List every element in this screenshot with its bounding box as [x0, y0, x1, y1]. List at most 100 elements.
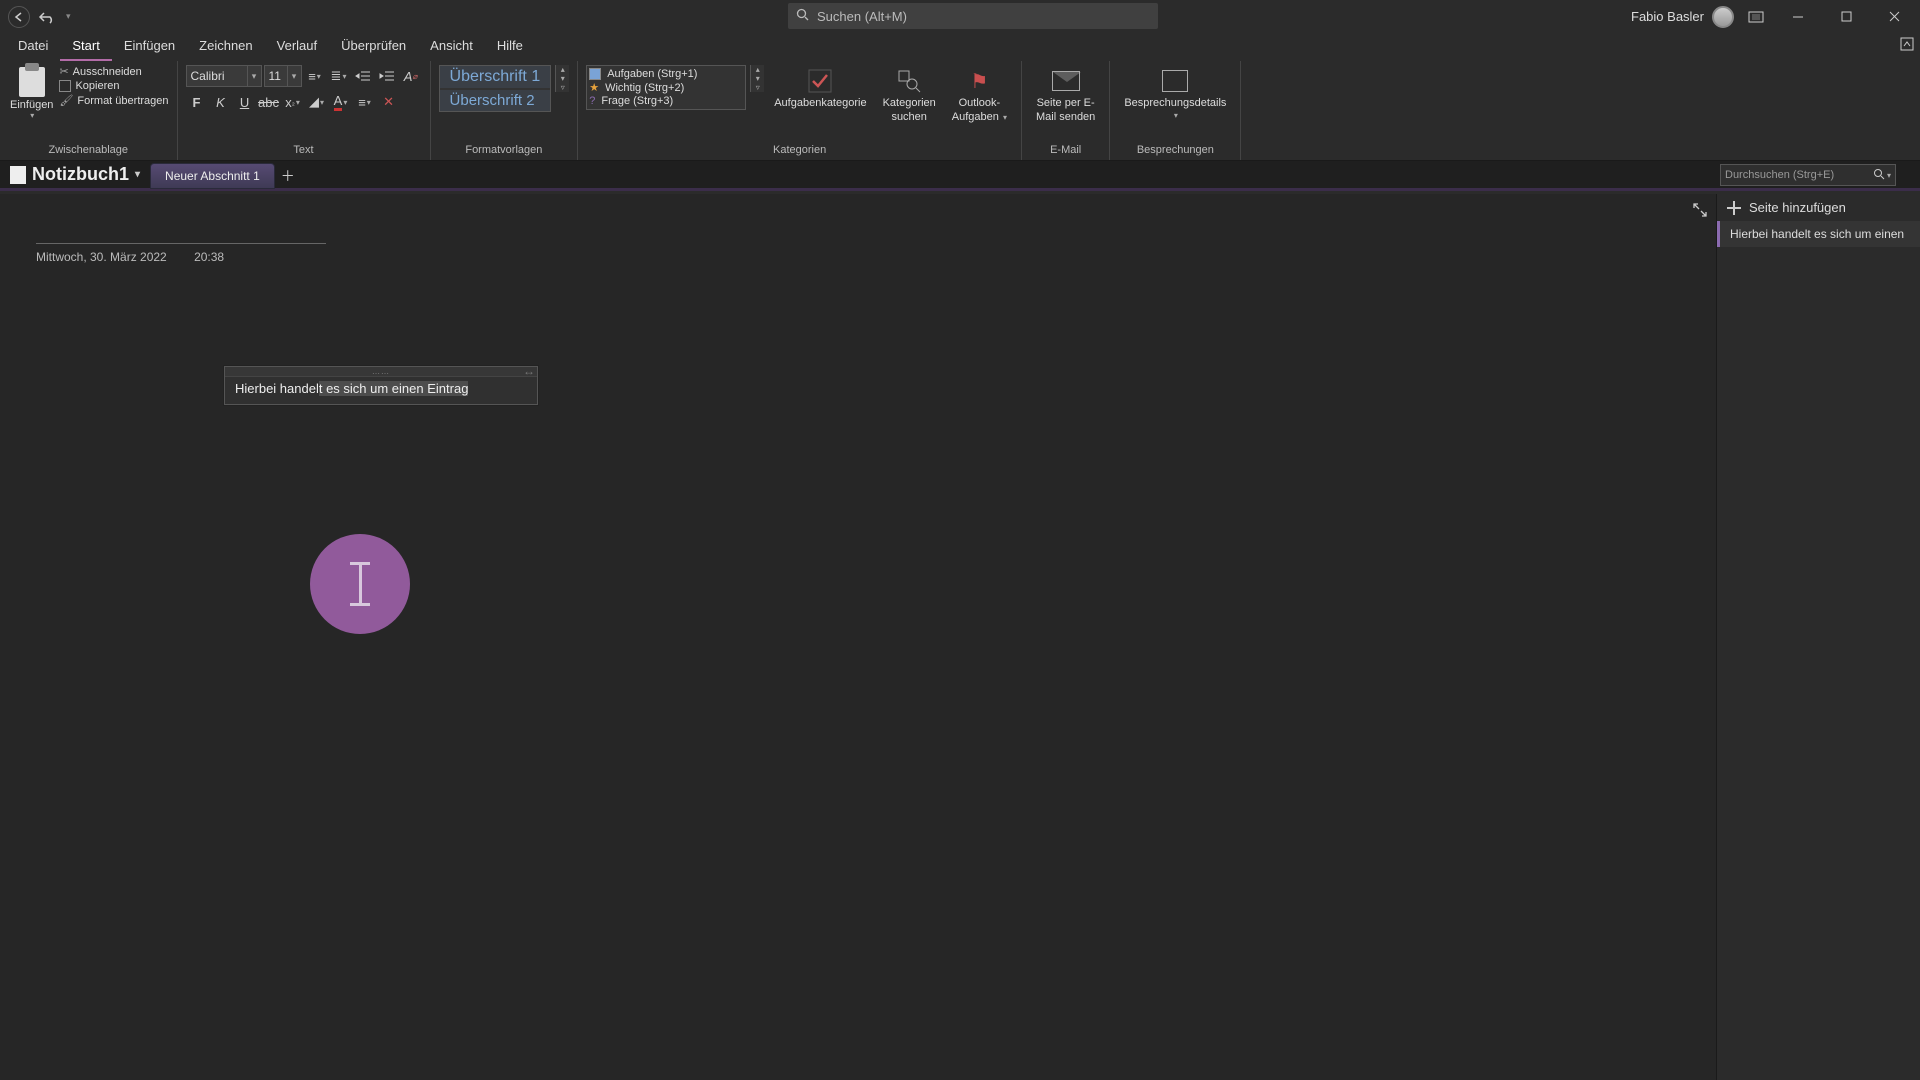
add-section-button[interactable]: ＋ — [275, 163, 301, 189]
font-color-button[interactable]: A▾ — [330, 91, 352, 113]
close-button[interactable] — [1874, 3, 1914, 31]
numbering-button[interactable]: ≣▾ — [328, 65, 350, 87]
style-heading2[interactable]: Überschrift 2 — [440, 90, 551, 111]
clear-formatting-button[interactable]: ✕ — [378, 91, 400, 113]
bullets-button[interactable]: ≡▾ — [304, 65, 326, 87]
style-gallery[interactable]: Überschrift 1 Überschrift 2 — [439, 65, 552, 112]
format-painter-button[interactable]: 🖌Format übertragen — [59, 94, 168, 107]
container-resize-icon: ↔ — [523, 364, 535, 378]
page-search-placeholder: Durchsuchen (Strg+E) — [1725, 169, 1834, 181]
notebook-name: Notizbuch1 — [32, 164, 129, 185]
undo-button[interactable] — [36, 6, 58, 28]
subscript-button[interactable]: x₂▾ — [282, 91, 304, 113]
ibeam-icon — [358, 562, 362, 606]
highlight-button[interactable]: ◢▾ — [306, 91, 328, 113]
group-email: Seite per E- Mail senden E-Mail — [1022, 61, 1110, 160]
search-icon — [796, 8, 809, 24]
add-page-label: Seite hinzufügen — [1749, 200, 1846, 215]
coming-soon-button[interactable] — [1742, 3, 1770, 31]
find-tags-button[interactable]: Kategorien suchen — [877, 65, 942, 125]
note-canvas[interactable]: Mittwoch, 30. März 2022 20:38 ⋯⋯ ↔ Hierb… — [0, 194, 1716, 1080]
qat-customize-dropdown[interactable]: ▾ — [66, 11, 71, 22]
outdent-button[interactable] — [352, 65, 374, 87]
title-bar: ▾ Hierbei handelt es sich um einen Eintr… — [0, 0, 1920, 33]
style-heading1[interactable]: Überschrift 1 — [440, 66, 551, 88]
paste-button[interactable]: Einfügen ▾ — [8, 65, 55, 120]
note-container-header[interactable]: ⋯⋯ ↔ — [225, 367, 537, 377]
section-tab[interactable]: Neuer Abschnitt 1 — [150, 163, 275, 189]
group-clipboard: Einfügen ▾ ✂Ausschneiden Kopieren 🖌Forma… — [0, 61, 178, 160]
user-name: Fabio Basler — [1631, 9, 1704, 24]
account-button[interactable]: Fabio Basler — [1631, 6, 1734, 28]
fullscreen-button[interactable] — [1692, 202, 1708, 221]
copy-icon — [59, 80, 71, 92]
group-styles: Überschrift 1 Überschrift 2 ▴▾▿ Formatvo… — [431, 61, 579, 160]
notebook-dropdown[interactable]: Notizbuch1 ▾ — [0, 161, 150, 188]
tab-hilfe[interactable]: Hilfe — [485, 34, 535, 61]
meeting-details-button[interactable]: Besprechungsdetails ▾ — [1118, 65, 1232, 122]
tab-datei[interactable]: Datei — [6, 34, 60, 61]
checkbox-icon — [589, 68, 601, 80]
page-list-panel: Seite hinzufügen Hierbei handelt es sich… — [1716, 194, 1920, 1080]
cursor-indicator — [310, 534, 410, 634]
tag-gallery[interactable]: Aufgaben (Strg+1) ★Wichtig (Strg+2) ?Fra… — [586, 65, 746, 110]
email-page-button[interactable]: Seite per E- Mail senden — [1030, 65, 1101, 125]
star-icon: ★ — [589, 81, 599, 94]
scissors-icon: ✂ — [59, 65, 68, 78]
strikethrough-button[interactable]: abc — [258, 91, 280, 113]
font-name-combo[interactable]: ▾ — [186, 65, 262, 87]
chevron-down-icon: ▾ — [135, 169, 140, 180]
tag-gallery-spinner[interactable]: ▴▾▿ — [750, 65, 764, 92]
tag-question[interactable]: ?Frage (Strg+3) — [589, 95, 743, 107]
underline-button[interactable]: U — [234, 91, 256, 113]
minimize-button[interactable] — [1778, 3, 1818, 31]
ribbon: Einfügen ▾ ✂Ausschneiden Kopieren 🖌Forma… — [0, 61, 1920, 161]
task-category-button[interactable]: Aufgabenkategorie — [768, 65, 872, 111]
style-gallery-spinner[interactable]: ▴▾▿ — [555, 65, 569, 92]
note-text[interactable]: Hierbei handelt es sich um einen Eintrag — [225, 377, 537, 404]
note-container[interactable]: ⋯⋯ ↔ Hierbei handelt es sich um einen Ei… — [224, 366, 538, 405]
page-date: Mittwoch, 30. März 2022 — [36, 250, 167, 264]
clear-format-a-button[interactable]: A⌀ — [400, 65, 422, 87]
italic-button[interactable]: K — [210, 91, 232, 113]
group-label-styles: Formatvorlagen — [439, 142, 570, 158]
back-button[interactable] — [8, 6, 30, 28]
font-size-input[interactable] — [265, 69, 287, 83]
tab-ansicht[interactable]: Ansicht — [418, 34, 485, 61]
font-size-combo[interactable]: ▾ — [264, 65, 302, 87]
group-tags: Aufgaben (Strg+1) ★Wichtig (Strg+2) ?Fra… — [578, 61, 1022, 160]
tag-task[interactable]: Aufgaben (Strg+1) — [589, 68, 743, 80]
tag-important[interactable]: ★Wichtig (Strg+2) — [589, 81, 743, 94]
bold-button[interactable]: F — [186, 91, 208, 113]
checkmark-icon — [806, 67, 834, 95]
indent-button[interactable] — [376, 65, 398, 87]
page-datetime: Mittwoch, 30. März 2022 20:38 — [36, 250, 326, 264]
grip-icon: ⋯⋯ — [372, 369, 390, 378]
flag-icon: ⚑ — [965, 67, 993, 95]
cut-button[interactable]: ✂Ausschneiden — [59, 65, 168, 78]
global-search[interactable]: Suchen (Alt+M) — [788, 3, 1158, 29]
collapse-ribbon-button[interactable] — [1900, 37, 1914, 56]
page-list-item[interactable]: Hierbei handelt es sich um einen — [1717, 221, 1920, 247]
tab-ueberpruefen[interactable]: Überprüfen — [329, 34, 418, 61]
add-page-button[interactable]: Seite hinzufügen — [1717, 194, 1920, 221]
page-title-area[interactable]: Mittwoch, 30. März 2022 20:38 — [36, 204, 326, 264]
align-button[interactable]: ≡▾ — [354, 91, 376, 113]
search-icon — [1873, 168, 1885, 183]
ribbon-tabs: Datei Start Einfügen Zeichnen Verlauf Üb… — [0, 33, 1920, 61]
page-time: 20:38 — [194, 250, 224, 264]
tab-zeichnen[interactable]: Zeichnen — [187, 34, 264, 61]
tab-start[interactable]: Start — [60, 34, 111, 61]
group-label-email: E-Mail — [1030, 142, 1101, 158]
group-meetings: Besprechungsdetails ▾ Besprechungen — [1110, 61, 1241, 160]
maximize-button[interactable] — [1826, 3, 1866, 31]
group-label-clipboard: Zwischenablage — [8, 142, 169, 158]
copy-button[interactable]: Kopieren — [59, 80, 168, 92]
outlook-tasks-button[interactable]: ⚑ Outlook- Aufgaben ▾ — [946, 65, 1013, 125]
tab-einfuegen[interactable]: Einfügen — [112, 34, 187, 61]
page-search[interactable]: Durchsuchen (Strg+E) ▾ — [1720, 164, 1896, 186]
group-label-meetings: Besprechungen — [1118, 142, 1232, 158]
tab-verlauf[interactable]: Verlauf — [265, 34, 329, 61]
notebook-icon — [10, 166, 26, 184]
font-name-input[interactable] — [187, 69, 247, 83]
